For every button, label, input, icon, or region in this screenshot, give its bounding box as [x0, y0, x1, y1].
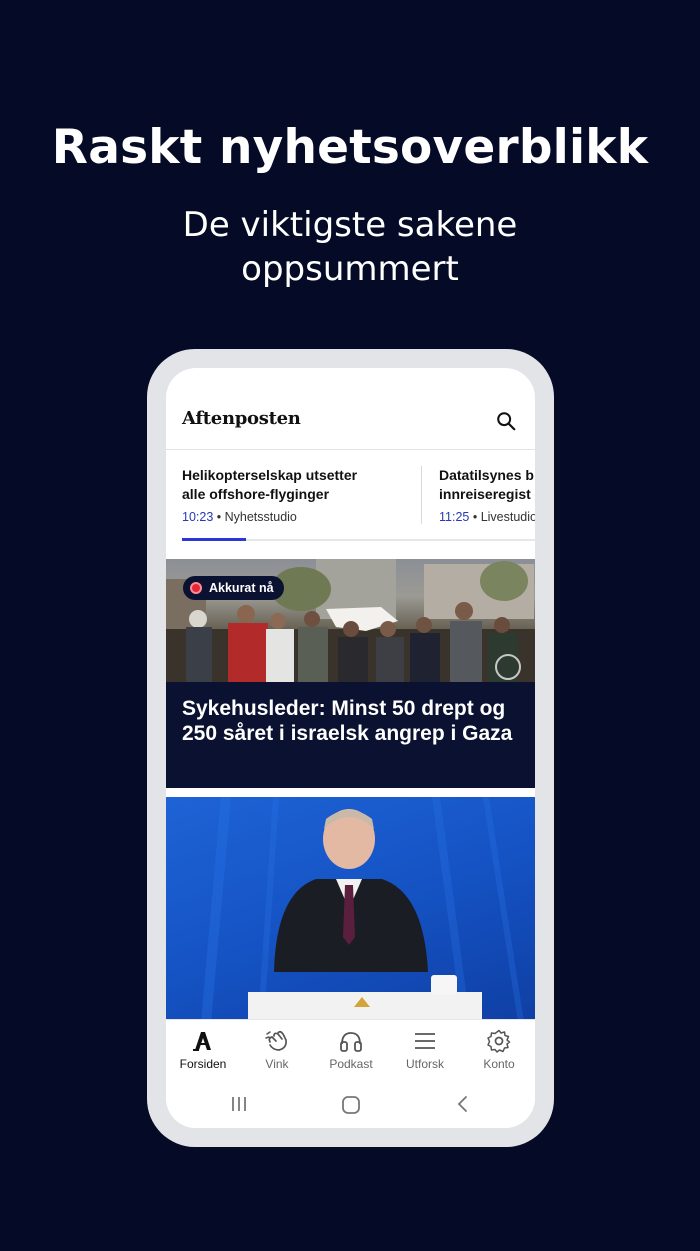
live-badge: Akkurat nå: [183, 576, 284, 600]
ticker-title-line: Datatilsynes b: [439, 467, 534, 483]
promo-headline: Raskt nyhetsoverblikk: [51, 120, 649, 175]
speaker-photo: [201, 797, 524, 1022]
ticker-title-line: alle offshore-flyginger: [182, 486, 330, 502]
nav-item-vink[interactable]: Vink: [240, 1028, 314, 1071]
nav-item-forsiden[interactable]: Forsiden: [166, 1028, 240, 1071]
nav-item-konto[interactable]: Konto: [462, 1028, 535, 1071]
gear-icon: [487, 1029, 511, 1053]
live-badge-label: Akkurat nå: [209, 581, 274, 595]
nav-label: Forsiden: [179, 1057, 227, 1071]
app-header: Aftenposten: [166, 368, 535, 450]
article-photo: Akkurat nå: [166, 559, 535, 682]
headphones-icon: [340, 1032, 362, 1052]
promo-subline: De viktigste sakene oppsummert: [0, 203, 700, 291]
ticker-divider: [421, 466, 422, 524]
ticker-progress-bar: [182, 538, 246, 541]
system-navigation-bar: [166, 1081, 535, 1128]
promo-subline-line-2: oppsummert: [241, 249, 459, 289]
ticker-time: 10:23: [182, 510, 214, 524]
aftenposten-a-icon: [193, 1032, 211, 1051]
phone-screen: Aftenposten Helikopterselskap utsetter a…: [166, 368, 535, 1128]
ticker-source: Nyhetsstudio: [224, 510, 297, 524]
ticker-item[interactable]: Helikopterselskap utsetter alle offshore…: [182, 466, 412, 524]
article-card[interactable]: [166, 797, 535, 1022]
promo-subline-line-1: De viktigste sakene: [182, 205, 518, 245]
nav-label: Konto: [483, 1057, 515, 1071]
nav-label: Podkast: [329, 1057, 373, 1071]
live-dot-icon: [190, 582, 202, 594]
ticker-meta: 10:23 • Nyhetsstudio: [182, 510, 297, 524]
live-article-card[interactable]: Akkurat nå Sykehusleder: Minst 50 drept …: [166, 559, 535, 788]
article-title: Sykehusleder: Minst 50 drept og 250 såre…: [182, 697, 513, 745]
nav-item-utforsk[interactable]: Utforsk: [388, 1028, 462, 1071]
recents-icon[interactable]: [229, 1094, 249, 1114]
menu-lines-icon: [415, 1033, 435, 1049]
nav-label: Vink: [265, 1057, 289, 1071]
phone-frame: Aftenposten Helikopterselskap utsetter a…: [147, 349, 554, 1147]
bottom-navigation: Forsiden Vink Podkast Utforsk Konto: [166, 1019, 535, 1081]
ticker-title-line: Helikopterselskap utsetter: [182, 467, 358, 483]
vink-hand-icon: [265, 1030, 287, 1051]
back-icon[interactable]: [453, 1094, 473, 1114]
news-ticker[interactable]: Helikopterselskap utsetter alle offshore…: [166, 450, 535, 542]
ticker-item[interactable]: Datatilsynes b innreiseregist 11:25 • Li…: [439, 466, 535, 524]
search-icon[interactable]: [495, 410, 517, 432]
ticker-meta: 11:25 • Livestudio: [439, 510, 535, 524]
nav-item-podkast[interactable]: Podkast: [314, 1028, 388, 1071]
ticker-source: Livestudio: [480, 510, 535, 524]
aftenposten-logo[interactable]: Aftenposten: [182, 408, 301, 429]
nav-label: Utforsk: [405, 1057, 444, 1071]
home-icon[interactable]: [340, 1094, 362, 1116]
ticker-title-line: innreiseregist: [439, 486, 531, 502]
ticker-time: 11:25: [439, 510, 470, 524]
